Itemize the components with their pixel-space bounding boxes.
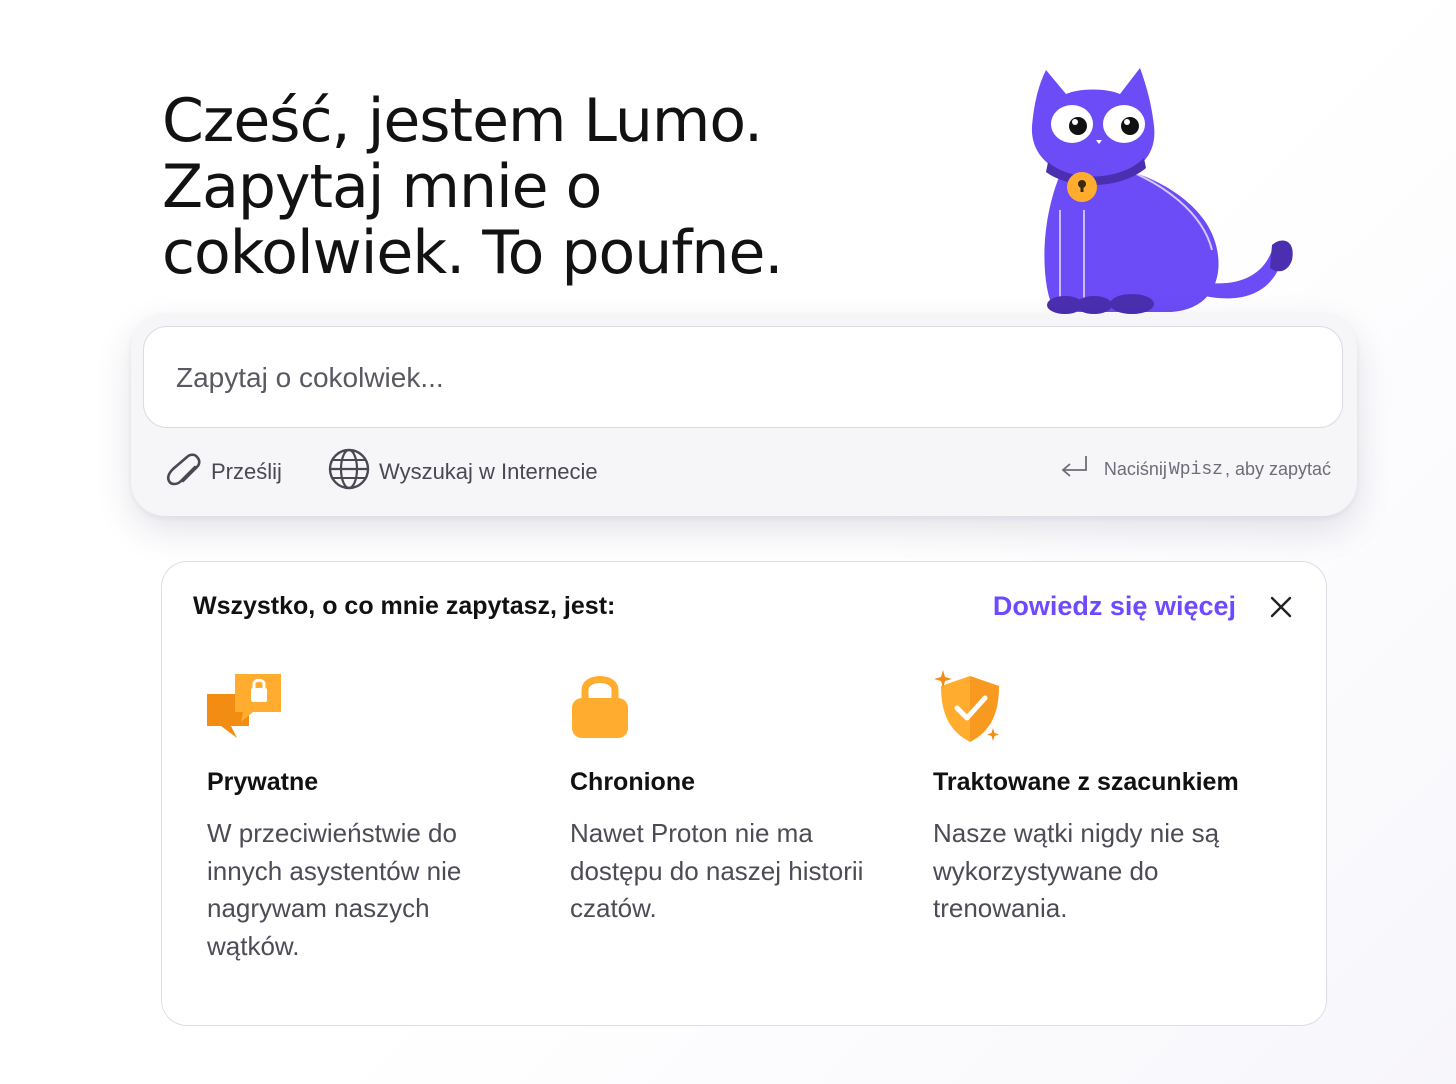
prompt-field-wrapper[interactable] [143,326,1343,428]
feature-protected: Chronione Nawet Proton nie ma dostępu do… [570,670,890,928]
enter-hint: Naciśnij Wpisz , aby zapytać [1060,454,1331,485]
lumo-cat-mascot [1020,60,1310,320]
upload-button[interactable]: Prześlij [163,450,282,494]
close-icon[interactable] [1268,594,1294,620]
hint-key: Wpisz [1168,459,1223,480]
privacy-info-card: Wszystko, o co mnie zapytasz, jest: Dowi… [161,561,1327,1026]
hint-suffix: , aby zapytać [1224,459,1331,479]
globe-icon [327,447,379,497]
hero-title-line-2: Zapytaj mnie o [162,152,602,222]
upload-label: Prześlij [211,459,282,484]
padlock-icon [570,670,890,748]
hero-title-line-1: Cześć, jestem Lumo. [162,86,763,156]
feature-title: Traktowane z szacunkiem [933,768,1239,796]
web-search-button[interactable]: Wyszukaj w Internecie [327,447,598,497]
prompt-input[interactable] [174,355,1278,401]
hero-title: Cześć, jestem Lumo. Zapytaj mnie o cokol… [162,88,922,286]
shield-check-icon [933,670,1253,748]
feature-description: Nasze wątki nigdy nie są wykorzystywane … [933,818,1220,923]
enter-key-icon [1060,454,1104,485]
hint-prefix: Naciśnij [1103,459,1167,479]
feature-description: W przeciwieństwie do innych asystentów n… [207,818,462,961]
feature-title: Chronione [570,768,695,796]
feature-title: Prywatne [207,768,319,796]
feature-private: Prywatne W przeciwieństwie do innych asy… [207,670,527,965]
learn-more-link[interactable]: Dowiedz się więcej [993,591,1236,622]
paperclip-icon [163,449,211,495]
chat-lock-icon [207,670,527,748]
feature-description: Nawet Proton nie ma dostępu do naszej hi… [570,818,864,923]
hero-title-line-3: cokolwiek. To poufne. [162,218,783,288]
composer: Prześlij Wyszukaj w Internecie Naciśnij … [131,314,1357,516]
feature-respected: Traktowane z szacunkiem Nasze wątki nigd… [933,670,1253,928]
info-heading: Wszystko, o co mnie zapytasz, jest: [193,592,616,620]
web-search-label: Wyszukaj w Internecie [379,459,598,484]
